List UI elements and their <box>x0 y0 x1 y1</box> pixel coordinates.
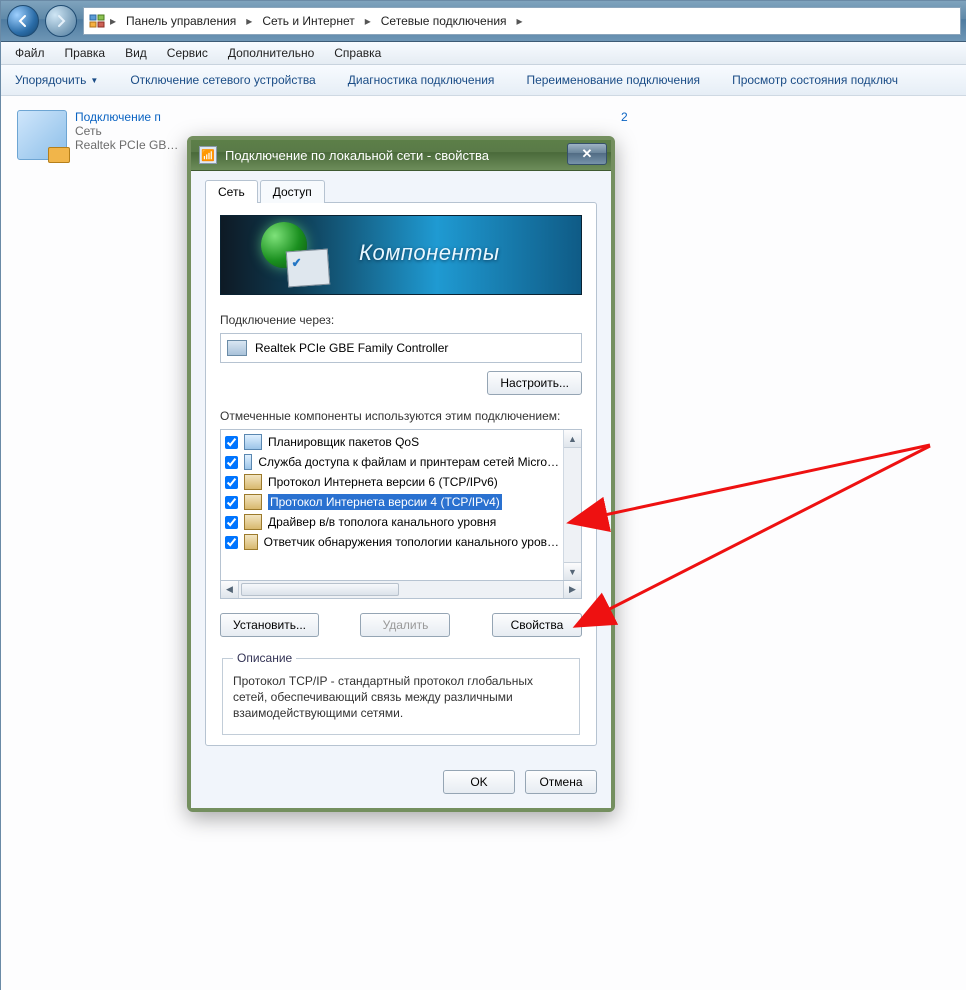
nav-bar: ▸ Панель управления ▸ Сеть и Интернет ▸ … <box>1 1 966 42</box>
breadcrumb[interactable]: ▸ Панель управления ▸ Сеть и Интернет ▸ … <box>83 7 961 35</box>
cmd-rename[interactable]: Переименование подключения <box>518 69 708 91</box>
tab-page-network: Компоненты Подключение через: Realtek PC… <box>205 202 597 746</box>
connection-device: Realtek PCIe GB… <box>75 138 178 152</box>
menu-bar: Файл Правка Вид Сервис Дополнительно Спр… <box>1 42 966 65</box>
connection-name[interactable]: Подключение п <box>75 110 161 124</box>
chevron-right-icon: ▸ <box>108 14 118 28</box>
checklist-icon <box>286 249 330 288</box>
adapter-display: Realtek PCIe GBE Family Controller <box>220 333 582 363</box>
service-icon <box>244 454 252 470</box>
component-checkbox[interactable] <box>225 536 238 549</box>
connection-index-suffix: 2 <box>621 110 628 124</box>
dialog-title: Подключение по локальной сети - свойства <box>225 148 489 163</box>
component-label: Протокол Интернета версии 6 (TCP/IPv6) <box>268 475 498 489</box>
protocol-icon <box>244 474 262 490</box>
install-button[interactable]: Установить... <box>220 613 319 637</box>
tab-network[interactable]: Сеть <box>205 180 258 203</box>
adapter-name: Realtek PCIe GBE Family Controller <box>255 341 448 355</box>
component-checkbox[interactable] <box>225 436 238 449</box>
chevron-right-icon: ▸ <box>363 14 373 28</box>
network-connection-item[interactable]: Подключение п Сеть Realtek PCIe GB… <box>17 110 187 160</box>
tab-strip: Сеть Доступ <box>205 180 597 203</box>
menu-file[interactable]: Файл <box>5 44 55 62</box>
banner-label: Компоненты <box>359 240 500 266</box>
scroll-left-arrow[interactable]: ◀ <box>221 581 239 598</box>
dialog-titlebar[interactable]: 📶 Подключение по локальной сети - свойст… <box>191 140 611 171</box>
component-checkbox[interactable] <box>225 496 238 509</box>
breadcrumb-segment[interactable]: Сеть и Интернет <box>256 9 360 33</box>
tab-sharing[interactable]: Доступ <box>260 180 325 203</box>
component-label: Служба доступа к файлам и принтерам сете… <box>258 455 559 469</box>
service-icon <box>244 434 262 450</box>
vertical-scrollbar[interactable]: ▲ ▼ <box>563 430 581 580</box>
description-text: Протокол TCP/IP - стандартный протокол г… <box>233 673 569 722</box>
chevron-right-icon: ▸ <box>515 14 525 28</box>
protocol-icon <box>244 514 262 530</box>
cmd-organize[interactable]: Упорядочить ▼ <box>7 69 106 91</box>
chevron-right-icon: ▸ <box>244 14 254 28</box>
components-label: Отмеченные компоненты используются этим … <box>220 409 582 423</box>
component-checkbox[interactable] <box>225 516 238 529</box>
component-label: Ответчик обнаружения топологии канальног… <box>264 535 559 549</box>
menu-advanced[interactable]: Дополнительно <box>218 44 324 62</box>
scroll-up-arrow[interactable]: ▲ <box>564 430 581 448</box>
component-item[interactable]: Протокол Интернета версии 4 (TCP/IPv4) <box>221 492 563 512</box>
dialog-footer: OK Отмена <box>191 760 611 808</box>
breadcrumb-segment[interactable]: Панель управления <box>120 9 242 33</box>
component-label: Протокол Интернета версии 4 (TCP/IPv4) <box>268 494 502 510</box>
component-label: Драйвер в/в тополога канального уровня <box>268 515 496 529</box>
cmd-status[interactable]: Просмотр состояния подключ <box>724 69 906 91</box>
component-item[interactable]: Планировщик пакетов QoS <box>221 432 563 452</box>
connection-properties-dialog: 📶 Подключение по локальной сети - свойст… <box>187 136 615 812</box>
control-panel-icon <box>88 13 106 29</box>
components-listbox[interactable]: Планировщик пакетов QoS Служба доступа к … <box>220 429 582 581</box>
description-group: Описание Протокол TCP/IP - стандартный п… <box>222 651 580 735</box>
scroll-thumb[interactable] <box>241 583 399 596</box>
component-checkbox[interactable] <box>225 476 238 489</box>
cmd-diagnose[interactable]: Диагностика подключения <box>340 69 503 91</box>
horizontal-scrollbar[interactable]: ◀ ▶ <box>220 581 582 599</box>
network-adapter-icon: 📶 <box>199 146 217 164</box>
connect-using-label: Подключение через: <box>220 313 582 327</box>
protocol-icon <box>244 534 258 550</box>
description-legend: Описание <box>233 651 296 665</box>
menu-help[interactable]: Справка <box>324 44 391 62</box>
components-banner: Компоненты <box>220 215 582 295</box>
protocol-icon <box>244 494 262 510</box>
breadcrumb-segment[interactable]: Сетевые подключения <box>375 9 513 33</box>
connection-status: Сеть <box>75 124 102 138</box>
menu-edit[interactable]: Правка <box>55 44 116 62</box>
component-checkbox[interactable] <box>225 456 238 469</box>
properties-button[interactable]: Свойства <box>492 613 582 637</box>
cmd-disable-device[interactable]: Отключение сетевого устройства <box>122 69 323 91</box>
uninstall-button[interactable]: Удалить <box>360 613 450 637</box>
scroll-right-arrow[interactable]: ▶ <box>563 581 581 598</box>
back-button[interactable] <box>7 5 39 37</box>
scroll-down-arrow[interactable]: ▼ <box>564 562 581 580</box>
close-button[interactable]: ✕ <box>567 143 607 165</box>
network-adapter-icon <box>17 110 67 160</box>
chevron-down-icon: ▼ <box>90 76 98 85</box>
component-label: Планировщик пакетов QoS <box>268 435 419 449</box>
ok-button[interactable]: OK <box>443 770 515 794</box>
menu-view[interactable]: Вид <box>115 44 157 62</box>
component-item[interactable]: Протокол Интернета версии 6 (TCP/IPv6) <box>221 472 563 492</box>
forward-button[interactable] <box>45 5 77 37</box>
nic-icon <box>227 340 247 356</box>
command-bar: Упорядочить ▼ Отключение сетевого устрой… <box>1 65 966 96</box>
component-item[interactable]: Драйвер в/в тополога канального уровня <box>221 512 563 532</box>
cancel-button[interactable]: Отмена <box>525 770 597 794</box>
component-item[interactable]: Ответчик обнаружения топологии канальног… <box>221 532 563 552</box>
configure-button[interactable]: Настроить... <box>487 371 582 395</box>
menu-tools[interactable]: Сервис <box>157 44 218 62</box>
component-item[interactable]: Служба доступа к файлам и принтерам сете… <box>221 452 563 472</box>
